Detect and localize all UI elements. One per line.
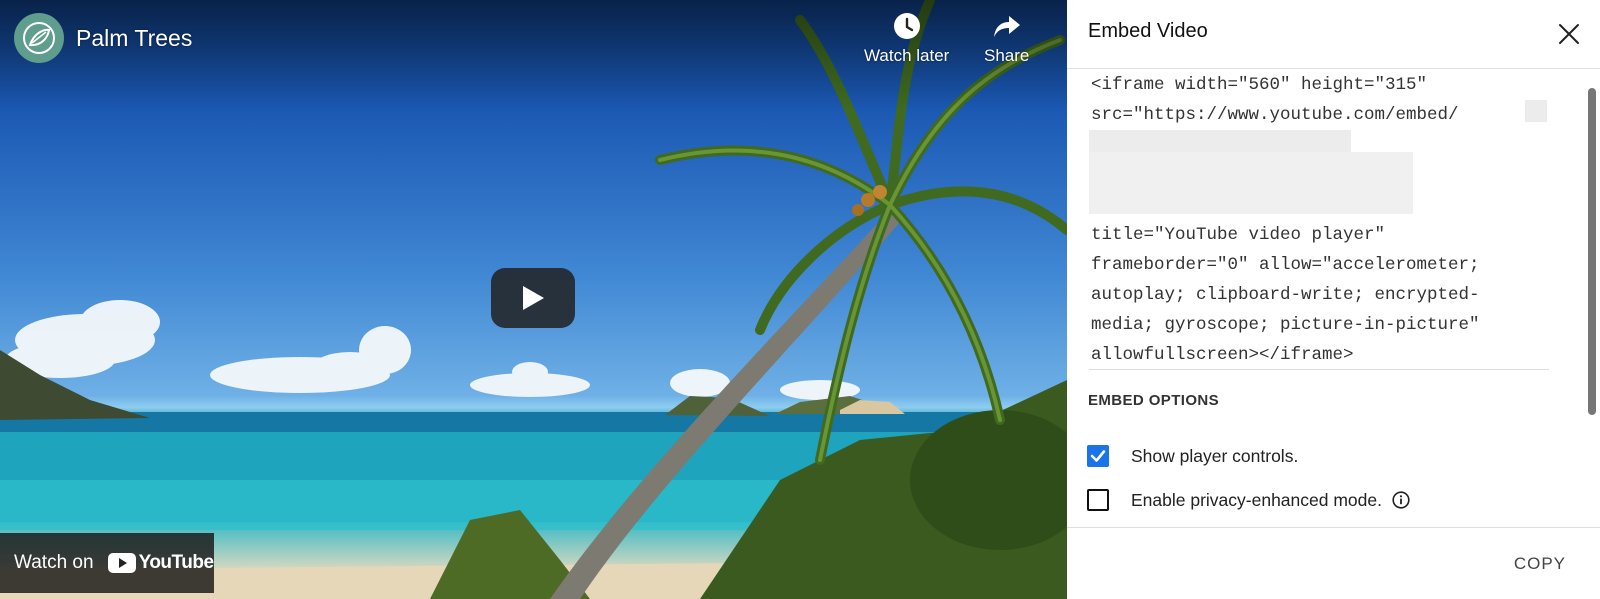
video-player[interactable]: Palm Trees Watch later Share Watch on Yo… xyxy=(0,0,1067,599)
code-line: title="YouTube video player" xyxy=(1091,225,1386,245)
channel-avatar[interactable] xyxy=(14,13,64,63)
share-button[interactable]: Share xyxy=(984,12,1029,66)
video-title[interactable]: Palm Trees xyxy=(76,24,192,52)
redacted-block xyxy=(1525,100,1547,122)
panel-title: Embed Video xyxy=(1088,20,1208,42)
code-line: media; gyroscope; picture-in-picture" xyxy=(1091,315,1480,335)
panel-header: Embed Video xyxy=(1067,0,1600,69)
close-icon[interactable] xyxy=(1555,20,1583,48)
show-controls-label: Show player controls. xyxy=(1131,445,1299,466)
embed-code-textarea[interactable]: <iframe width="560" height="315" src="htt… xyxy=(1089,70,1549,370)
show-player-controls-option[interactable]: Show player controls. xyxy=(1087,445,1298,467)
code-line: src="https://www.youtube.com/embed/ xyxy=(1091,105,1459,125)
share-arrow-icon xyxy=(993,16,1020,37)
privacy-label: Enable privacy-enhanced mode. xyxy=(1131,489,1382,510)
embed-code: <iframe width="560" height="315" src="htt… xyxy=(1089,70,1549,369)
panel-footer: COPY xyxy=(1067,527,1600,599)
youtube-logo: YouTube xyxy=(107,552,214,574)
info-icon[interactable] xyxy=(1392,491,1410,509)
panel-scrollbar[interactable] xyxy=(1588,88,1596,415)
redacted-block xyxy=(1089,130,1351,152)
show-controls-checkbox[interactable] xyxy=(1087,445,1109,467)
privacy-checkbox[interactable] xyxy=(1087,489,1109,511)
leaf-logo-icon xyxy=(23,22,55,54)
play-icon xyxy=(523,286,544,310)
share-label: Share xyxy=(984,46,1030,65)
privacy-enhanced-option[interactable]: Enable privacy-enhanced mode. xyxy=(1087,489,1410,511)
checkmark-icon xyxy=(1090,450,1106,462)
play-button[interactable] xyxy=(491,268,575,328)
copy-button[interactable]: COPY xyxy=(1514,554,1566,574)
code-line: allowfullscreen></iframe> xyxy=(1091,345,1354,365)
youtube-play-icon xyxy=(107,553,136,573)
watch-later-button[interactable]: Watch later xyxy=(864,12,949,66)
code-line: frameborder="0" allow="accelerometer; xyxy=(1091,255,1480,275)
embed-options-heading: EMBED OPTIONS xyxy=(1088,392,1220,409)
youtube-wordmark: YouTube xyxy=(138,552,214,573)
redacted-block xyxy=(1089,152,1413,214)
embed-panel: Embed Video <iframe width="560" height="… xyxy=(1067,0,1600,599)
clock-icon xyxy=(893,13,920,39)
watch-on-label: Watch on xyxy=(14,552,94,573)
code-line: autoplay; clipboard-write; encrypted- xyxy=(1091,285,1480,305)
watch-on-youtube-button[interactable]: Watch on YouTube xyxy=(0,533,214,593)
watch-later-label: Watch later xyxy=(864,46,950,65)
code-line: <iframe width="560" height="315" xyxy=(1091,75,1428,95)
